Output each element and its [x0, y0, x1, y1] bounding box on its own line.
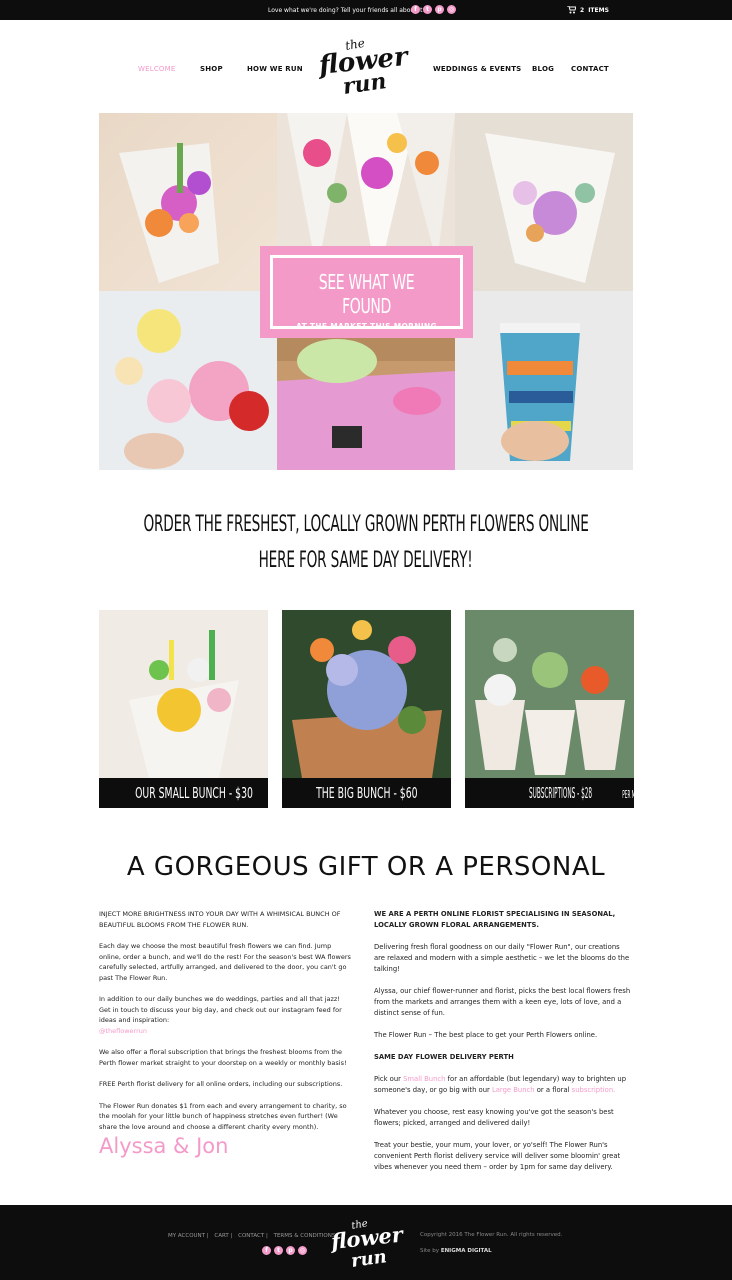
footer-social-icons: f t p ◎ — [262, 1246, 310, 1255]
left-column: INJECT MORE BRIGHTNESS INTO YOUR DAY WIT… — [99, 909, 352, 1158]
product-subscriptions-label: SUBSCRIPTIONS - $28 PER MONTH — [465, 778, 634, 808]
right-paragraph-3: The Flower Run – The best place to get y… — [374, 1031, 598, 1039]
instagram-icon[interactable]: ◎ — [447, 5, 456, 14]
headline-line-2: HERE FOR SAME DAY DELIVERY! — [259, 548, 473, 573]
left-paragraph-2: In addition to our daily bunches we do w… — [99, 995, 342, 1035]
copyright: Copyright 2016 The Flower Run. All right… — [420, 1232, 563, 1238]
hero-cta-badge[interactable]: SEE WHAT WE FOUND AT THE MARKET THIS MOR… — [260, 246, 473, 338]
right-heading-2: SAME DAY FLOWER DELIVERY PERTH — [374, 1053, 514, 1061]
hero-photo-1 — [99, 113, 277, 291]
instagram-icon[interactable]: ◎ — [298, 1246, 307, 1255]
nav-how-we-run[interactable]: HOW WE RUN — [247, 65, 303, 73]
nav-weddings-events[interactable]: WEDDINGS & EVENTS — [433, 65, 521, 73]
product-big-bunch-label: THE BIG BUNCH - $60 — [282, 778, 451, 808]
right-paragraph-4: Pick our Small Bunch for an affordable (… — [374, 1075, 627, 1094]
pinterest-icon[interactable]: p — [435, 5, 444, 14]
headline-line-1: ORDER THE FRESHEST, LOCALLY GROWN PERTH … — [143, 512, 589, 537]
left-paragraph-5: The Flower Run donates $1 from each and … — [99, 1101, 347, 1131]
right-heading: WE ARE A PERTH ONLINE FLORIST SPECIALISI… — [374, 910, 616, 929]
left-paragraph-1: Each day we choose the most beautiful fr… — [99, 942, 351, 982]
left-paragraph-3: We also offer a floral subscription that… — [99, 1048, 347, 1067]
nav-shop[interactable]: SHOP — [200, 65, 223, 73]
instagram-handle-link[interactable]: @theflowerrun — [99, 1027, 147, 1035]
hero-cta-title: SEE WHAT WE FOUND — [318, 270, 415, 318]
order-headline: ORDER THE FRESHEST, LOCALLY GROWN PERTH … — [0, 507, 732, 579]
right-paragraph-2: Alyssa, our chief flower-runner and flor… — [374, 987, 631, 1017]
hero-photo-3 — [455, 113, 633, 291]
cart-link[interactable]: 2 ITEMS — [567, 6, 609, 14]
nav-blog[interactable]: BLOG — [532, 65, 554, 73]
credit-link[interactable]: ENIGMA DIGITAL — [441, 1248, 492, 1254]
footer-link-my-account[interactable]: MY ACCOUNT — [168, 1233, 205, 1239]
twitter-icon[interactable]: t — [423, 5, 432, 14]
pinterest-icon[interactable]: p — [286, 1246, 295, 1255]
footer-link-contact[interactable]: CONTACT — [238, 1233, 264, 1239]
right-paragraph-5: Whatever you choose, rest easy knowing y… — [374, 1108, 614, 1127]
big-bunch-photo — [292, 620, 442, 778]
footer-link-terms[interactable]: TERMS & CONDITIONS — [274, 1233, 336, 1239]
nav-contact[interactable]: CONTACT — [571, 65, 609, 73]
facebook-icon[interactable]: f — [262, 1246, 271, 1255]
gift-heading: A GORGEOUS GIFT OR A PERSONAL — [126, 852, 606, 882]
facebook-icon[interactable]: f — [411, 5, 420, 14]
left-intro: INJECT MORE BRIGHTNESS INTO YOUR DAY WIT… — [99, 910, 341, 929]
twitter-icon[interactable]: t — [274, 1246, 283, 1255]
product-big-bunch[interactable]: THE BIG BUNCH - $60 — [282, 610, 451, 808]
top-bar: Love what we're doing? Tell your friends… — [0, 0, 732, 20]
product-small-bunch-label: OUR SMALL BUNCH - $30 — [99, 778, 268, 808]
right-paragraph-6: Treat your bestie, your mum, your lover,… — [374, 1141, 621, 1171]
left-paragraph-4: FREE Perth florist delivery for all onli… — [99, 1080, 343, 1088]
footer-link-cart[interactable]: CART — [214, 1233, 228, 1239]
top-social-icons: f t p ◎ — [411, 5, 459, 14]
large-bunch-link[interactable]: Large Bunch — [492, 1086, 535, 1094]
cart-icon — [567, 6, 576, 14]
subscriptions-photo — [465, 610, 634, 778]
hero-photo-4 — [99, 291, 277, 470]
hero-cta-subtitle: AT THE MARKET THIS MORNING — [296, 322, 437, 331]
right-paragraph-1: Delivering fresh floral goodness on our … — [374, 943, 630, 973]
right-column: WE ARE A PERTH ONLINE FLORIST SPECIALISI… — [374, 909, 632, 1184]
small-bunch-photo — [129, 630, 239, 778]
svg-text:run: run — [350, 1246, 388, 1269]
nav-welcome[interactable]: WELCOME — [138, 65, 176, 73]
subscription-link[interactable]: subscription. — [572, 1086, 616, 1094]
svg-text:run: run — [341, 68, 388, 96]
footer: MY ACCOUNT | CART | CONTACT | TERMS & CO… — [0, 1205, 732, 1280]
product-subscriptions[interactable]: SUBSCRIPTIONS - $28 PER MONTH — [465, 610, 634, 808]
signature: Alyssa & Jon — [99, 1134, 229, 1158]
promo-text: Love what we're doing? Tell your friends… — [268, 7, 425, 14]
small-bunch-link[interactable]: Small Bunch — [403, 1075, 445, 1083]
site-credit: Site by ENIGMA DIGITAL — [420, 1248, 492, 1254]
site-logo[interactable]: the flower run — [318, 36, 410, 96]
cart-label: ITEMS — [588, 6, 609, 14]
footer-links: MY ACCOUNT | CART | CONTACT | TERMS & CO… — [168, 1233, 336, 1239]
hero-photo-6 — [455, 291, 633, 470]
product-small-bunch[interactable]: OUR SMALL BUNCH - $30 — [99, 610, 268, 808]
cart-count: 2 — [580, 6, 585, 14]
hero-cta-frame: SEE WHAT WE FOUND AT THE MARKET THIS MOR… — [270, 255, 463, 331]
footer-logo[interactable]: the flower run — [330, 1217, 404, 1269]
